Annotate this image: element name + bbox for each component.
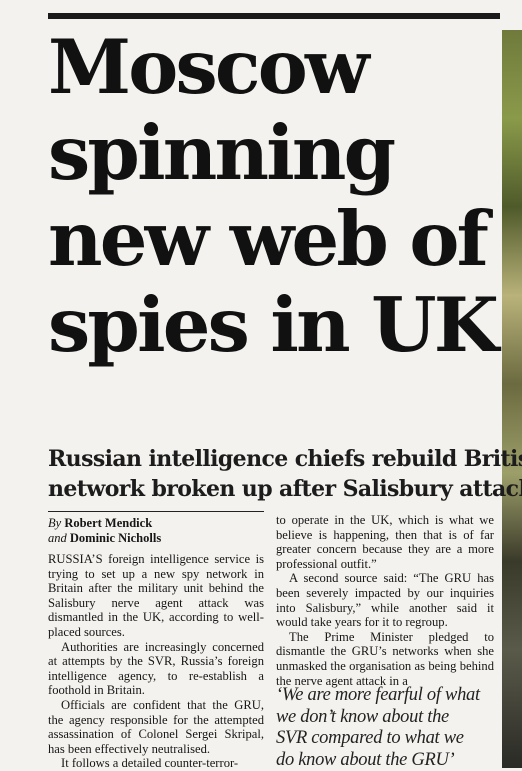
byline-line-2: and Dominic Nicholls xyxy=(48,531,264,546)
byline-author-2: Dominic Nicholls xyxy=(70,531,161,545)
article-paragraph: A second source said: “The GRU has been … xyxy=(276,571,494,629)
pull-quote-line: SVR compared to what we xyxy=(276,728,498,750)
standfirst: Russian intelligence chiefs rebuild Brit… xyxy=(48,444,500,504)
byline-rule xyxy=(48,511,264,512)
byline-author-1: Robert Mendick xyxy=(64,516,152,530)
standfirst-line: network broken up after Salisbury attack xyxy=(48,474,500,504)
article-paragraph: to operate in the UK, which is what we b… xyxy=(276,513,494,571)
pull-quote-line: we don’t know about the xyxy=(276,707,498,729)
byline-by: By xyxy=(48,516,61,530)
article-photo-edge xyxy=(502,30,522,768)
headline: Moscow spinning new web of spies in UK xyxy=(48,24,504,368)
headline-line: new web of xyxy=(48,196,504,282)
byline-line-1: By Robert Mendick xyxy=(48,516,264,531)
headline-line: spinning xyxy=(48,110,504,196)
standfirst-line: Russian intelligence chiefs rebuild Brit… xyxy=(48,444,500,474)
article-paragraph: It follows a detailed counter-terror- xyxy=(48,756,264,771)
byline-and: and xyxy=(48,531,67,545)
headline-line: spies in UK xyxy=(48,282,504,368)
article-paragraph: The Prime Minister pledged to dismantle … xyxy=(276,630,494,688)
byline: By Robert Mendick and Dominic Nicholls xyxy=(48,516,264,546)
article-column-left: RUSSIA’S foreign intelligence service is… xyxy=(48,552,264,771)
article-column-right: to operate in the UK, which is what we b… xyxy=(276,513,494,688)
article-paragraph: Authorities are increasingly concerned a… xyxy=(48,640,264,698)
article-paragraph: Officials are confident that the GRU, th… xyxy=(48,698,264,756)
pull-quote: ‘We are more fearful of what we don’t kn… xyxy=(276,685,498,771)
headline-line: Moscow xyxy=(48,24,504,110)
page-margin xyxy=(0,0,38,768)
article-paragraph: RUSSIA’S foreign intelligence service is… xyxy=(48,552,264,640)
pull-quote-line: ‘We are more fearful of what xyxy=(276,685,498,707)
top-rule xyxy=(48,13,500,19)
